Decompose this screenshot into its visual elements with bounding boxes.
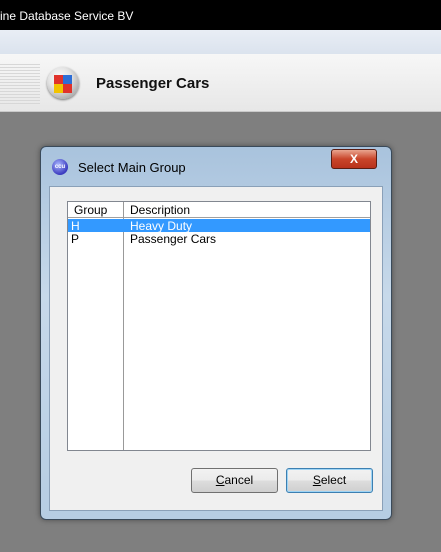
row-description: Passenger Cars	[130, 232, 217, 246]
page-title: Passenger Cars	[96, 75, 210, 92]
app-logo-icon	[47, 67, 79, 99]
dialog-body: Group Description H Heavy Duty P Passeng…	[49, 186, 383, 511]
window-title: ine Database Service BV	[0, 9, 134, 23]
row-group: H	[71, 219, 80, 233]
header-grip	[0, 64, 40, 104]
ccu-app-icon: ccu	[52, 159, 68, 175]
list-row-passenger-cars[interactable]: P Passenger Cars	[68, 232, 370, 246]
list-row-heavy-duty[interactable]: H Heavy Duty	[68, 219, 370, 233]
cancel-label: ancel	[224, 473, 254, 487]
row-description: Heavy Duty	[130, 219, 193, 233]
column-header-description[interactable]: Description	[130, 203, 190, 217]
select-button[interactable]: Select	[286, 468, 373, 493]
list-header: Group Description	[68, 202, 370, 218]
toolbar-strip	[0, 30, 441, 54]
dialog-title: Select Main Group	[78, 160, 186, 175]
select-label: elect	[320, 473, 347, 487]
column-header-group[interactable]: Group	[74, 203, 107, 217]
select-mnemonic: S	[312, 473, 321, 487]
row-group: P	[71, 232, 80, 246]
cancel-button[interactable]: Cancel	[191, 468, 278, 493]
window-titlebar: ine Database Service BV	[0, 0, 441, 30]
close-button[interactable]: X	[331, 149, 377, 169]
select-main-group-dialog: ccu Select Main Group X Group Descriptio…	[40, 146, 392, 520]
group-list[interactable]: Group Description H Heavy Duty P Passeng…	[67, 201, 371, 451]
